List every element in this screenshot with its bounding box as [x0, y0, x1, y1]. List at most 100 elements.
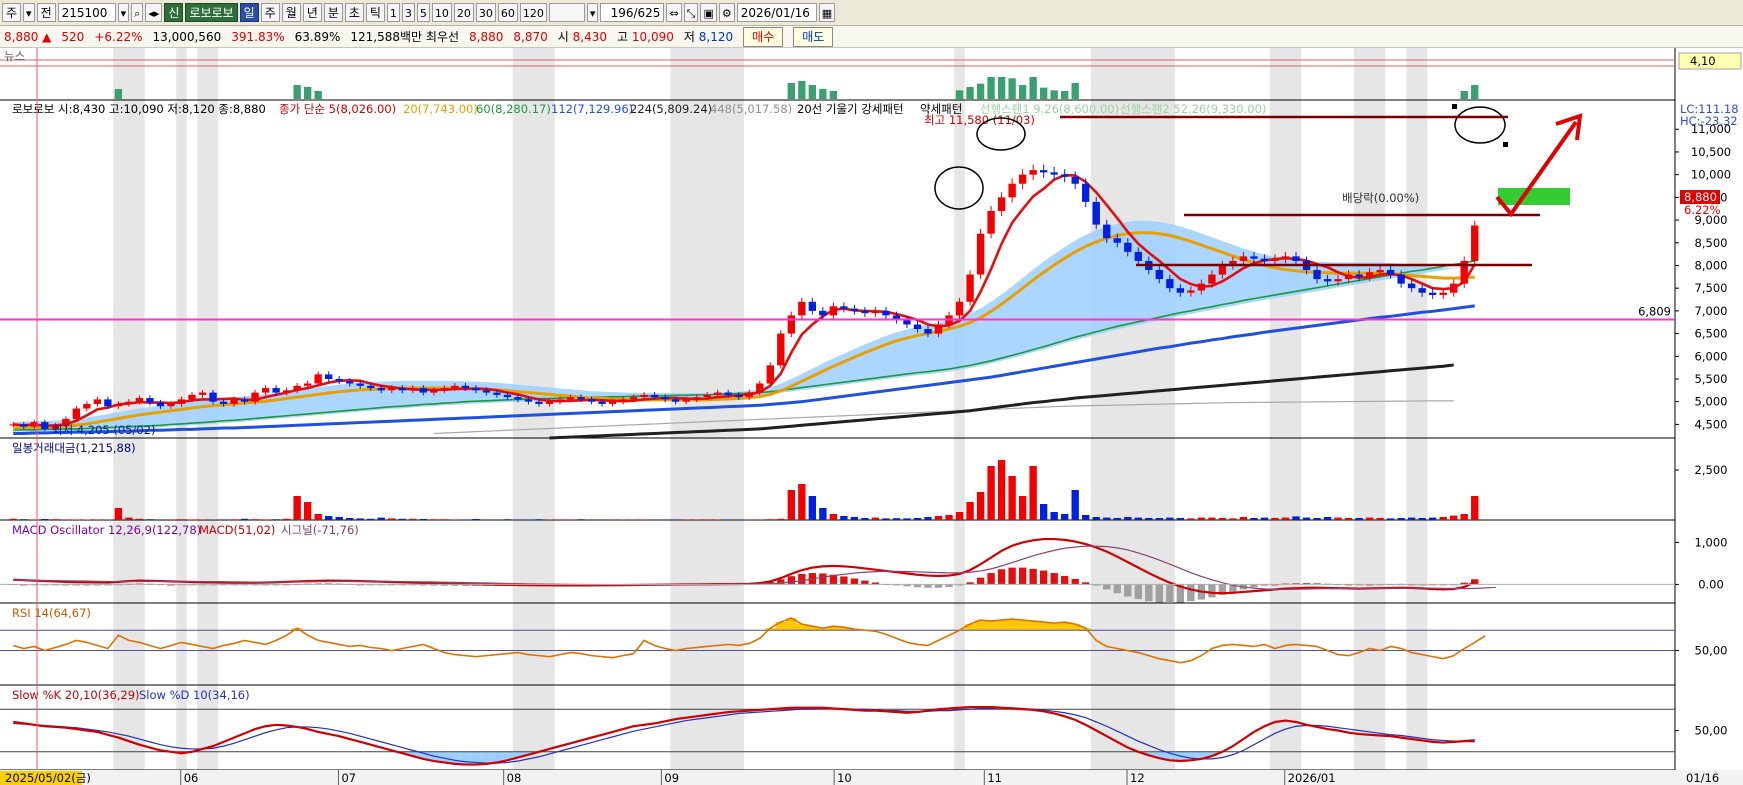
custom-interval-input[interactable]	[548, 3, 585, 22]
volume-bar	[209, 519, 217, 520]
volume-bar	[1197, 517, 1206, 520]
period-second-button[interactable]: 초	[344, 3, 364, 22]
period-type-button[interactable]: 주	[2, 3, 22, 22]
nav-arrows-icon[interactable]: ◂▸	[145, 3, 163, 22]
sell-button[interactable]: 매도	[793, 26, 834, 47]
calendar-icon[interactable]: ▦	[818, 3, 836, 22]
volume-bar	[1082, 515, 1090, 520]
news-count: 4,10	[1690, 54, 1716, 68]
macd-osc-bar	[840, 576, 848, 585]
price-tick-label: 6,500	[1695, 327, 1728, 341]
volume-bar	[20, 519, 28, 520]
low-price: 저 8,120	[683, 30, 734, 44]
volume-bar	[1260, 517, 1269, 520]
candle-body	[1407, 283, 1416, 289]
volume-bar	[693, 519, 701, 520]
candle-body	[903, 319, 911, 325]
candle-body	[608, 401, 617, 404]
period-month-button[interactable]: 월	[281, 3, 301, 22]
drawing-handle[interactable]	[1503, 142, 1508, 147]
rsi-line	[13, 617, 1486, 664]
candle-body	[419, 388, 427, 393]
period-minute-button[interactable]: 분	[323, 3, 343, 22]
candle-body	[987, 210, 995, 234]
volume-ratio: 391.83%	[231, 29, 285, 44]
macd-osc-bar	[1124, 584, 1132, 597]
candle-body	[1134, 251, 1142, 261]
interval-1-button[interactable]: 1	[386, 3, 400, 22]
volume-bar	[51, 519, 59, 520]
drawing-handle[interactable]	[1452, 104, 1457, 109]
volume-bar	[997, 460, 1006, 520]
volume-bar	[388, 518, 396, 520]
volume-bar	[1187, 518, 1195, 520]
candle-body	[829, 306, 838, 316]
volume-bar	[1124, 517, 1132, 520]
volume-bar	[156, 519, 165, 520]
interval-20-button[interactable]: 20	[453, 3, 474, 22]
interval-10-button[interactable]: 10	[431, 3, 452, 22]
interval-120-button[interactable]: 120	[519, 3, 547, 22]
candle-body	[997, 197, 1006, 211]
candle-body	[1103, 224, 1111, 239]
circle-drawing-3[interactable]	[1454, 106, 1506, 144]
volume-bar	[346, 518, 354, 520]
period-day-button[interactable]: 일	[239, 3, 259, 22]
search-icon[interactable]: ▾	[117, 3, 130, 22]
volume-bar	[629, 519, 638, 520]
volume-bar	[608, 519, 617, 520]
buy-button[interactable]: 매수	[743, 26, 784, 47]
rsi-fill-segment	[996, 620, 1007, 631]
chart-toolbar: 주 ▾ 전 215100 ▾ ⌕ ◂▸ 신 로보로보 일 주 월 년 분 초 틱…	[0, 0, 1743, 26]
interval-5-button[interactable]: 5	[416, 3, 430, 22]
interval-60-button[interactable]: 60	[497, 3, 518, 22]
dropdown-arrow-icon[interactable]: ▾	[23, 3, 35, 22]
volume-bar	[840, 516, 848, 520]
span2-label: 선행스팬2 52.26(9,330.00)	[1120, 102, 1266, 116]
period-week-button[interactable]: 주	[260, 3, 280, 22]
volume-bar	[1281, 517, 1290, 520]
zoom-tool-icon[interactable]: ⇔	[666, 3, 682, 22]
stock-chart[interactable]: 뉴스 4,10 4,500 5,000 5,500 6,000 6,500 7,000 7,…	[0, 48, 1743, 785]
news-bar	[1061, 91, 1069, 99]
ma20-label: 20(7,743.00)	[403, 102, 478, 116]
volume-bar	[829, 514, 838, 520]
interval-30-button[interactable]: 30	[475, 3, 496, 22]
magnifier-icon[interactable]: ⌕	[131, 3, 144, 22]
volume-bar	[798, 484, 806, 520]
volume-bar	[1145, 518, 1153, 520]
candle-body	[1271, 258, 1279, 261]
stochastic-fill-segment	[449, 751, 461, 764]
interval-3-button[interactable]: 3	[401, 3, 415, 22]
date-tick-label: 12	[1130, 771, 1145, 785]
period-tick-button[interactable]: 틱	[365, 3, 385, 22]
news-bar	[798, 81, 806, 99]
candle-body	[861, 310, 869, 314]
market-button[interactable]: 전	[36, 3, 56, 22]
candle-body	[409, 388, 417, 391]
volume-bar	[293, 496, 301, 520]
macd-osc-bar	[1155, 584, 1163, 603]
volume-bar	[177, 519, 186, 520]
save-icon[interactable]: ▣	[700, 3, 717, 22]
stock-code-input[interactable]: 215100	[57, 3, 116, 22]
candle-body	[1050, 172, 1058, 175]
period-year-button[interactable]: 년	[302, 3, 322, 22]
candle-body	[1376, 270, 1384, 273]
date-input[interactable]: 2026/01/16	[736, 3, 817, 22]
news-bar	[787, 83, 795, 99]
candle-body	[104, 399, 112, 407]
settings-gear-icon[interactable]: ⚙	[718, 3, 735, 22]
candle-body	[1218, 265, 1227, 275]
target-zone-box[interactable]	[1498, 188, 1570, 205]
fit-tool-icon[interactable]: ⤡	[683, 3, 699, 22]
candle-body	[955, 301, 964, 316]
volume-panel: 일봉거래대금(1,215,88) 2,500	[9, 441, 1727, 520]
candle-body	[1208, 274, 1216, 284]
volume-bar	[671, 519, 680, 520]
price-change: 520	[61, 29, 85, 44]
volume-bar	[598, 519, 606, 520]
chevron-down-icon[interactable]: ▾	[586, 3, 599, 22]
stock-name-field[interactable]: 로보로보	[185, 3, 238, 22]
macd-osc-bar	[798, 573, 806, 585]
